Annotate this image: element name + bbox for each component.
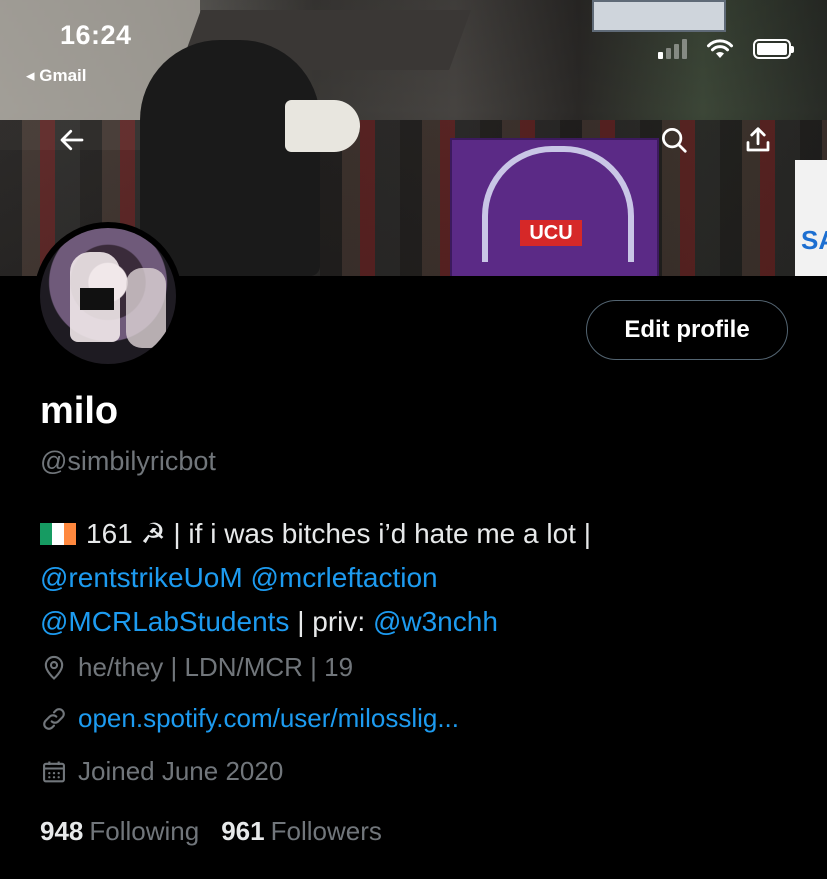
website-link[interactable]: open.spotify.com/user/milosslig... bbox=[78, 703, 459, 734]
wifi-icon bbox=[707, 39, 733, 58]
bio-mention-mcrleftaction[interactable]: @mcrleftaction bbox=[250, 562, 437, 593]
back-button[interactable] bbox=[50, 118, 94, 162]
banner-megaphone bbox=[285, 100, 360, 152]
location-row: he/they | LDN/MCR | 19 bbox=[40, 652, 353, 683]
following-link[interactable]: 948 Following bbox=[40, 816, 199, 847]
bio-text: 161 ☭ | if i was bitches i’d hate me a l… bbox=[86, 518, 591, 549]
search-icon bbox=[662, 128, 687, 153]
following-count: 948 bbox=[40, 816, 84, 846]
calendar-icon bbox=[43, 761, 65, 782]
bio-mention-rentstrike[interactable]: @rentstrikeUoM bbox=[40, 562, 243, 593]
profile-bio: 161 ☭ | if i was bitches i’d hate me a l… bbox=[40, 512, 800, 644]
joined-text: Joined June 2020 bbox=[78, 756, 284, 786]
banner-top-sign bbox=[592, 0, 726, 32]
search-button[interactable] bbox=[652, 118, 696, 162]
back-to-app-link[interactable]: ◂ Gmail bbox=[26, 66, 87, 86]
location-icon bbox=[44, 655, 64, 680]
display-name: milo bbox=[40, 390, 119, 432]
bio-mention-w3nchh[interactable]: @w3nchh bbox=[373, 606, 498, 637]
following-label: Following bbox=[89, 816, 200, 846]
follow-stats: 948 Following 961 Followers bbox=[40, 816, 382, 847]
ireland-flag-icon bbox=[40, 514, 76, 545]
website-row: open.spotify.com/user/milosslig... bbox=[40, 703, 459, 734]
flag-label: UCU bbox=[520, 220, 582, 246]
followers-label: Followers bbox=[270, 816, 382, 846]
location-text: he/they | LDN/MCR | 19 bbox=[78, 652, 354, 682]
battery-icon bbox=[753, 39, 794, 59]
bio-mention-mcrlabstudents[interactable]: @MCRLabStudents bbox=[40, 606, 289, 637]
bio-priv-label: | priv: bbox=[289, 606, 373, 637]
edit-profile-button[interactable]: Edit profile bbox=[586, 300, 788, 360]
joined-row: Joined June 2020 bbox=[40, 756, 283, 787]
avatar-photo bbox=[40, 228, 176, 364]
avatar[interactable] bbox=[34, 222, 182, 370]
followers-count: 961 bbox=[221, 816, 265, 846]
signal-icon bbox=[658, 39, 687, 59]
status-indicators bbox=[658, 38, 794, 60]
banner-side-sign: SA bbox=[795, 160, 827, 276]
banner-speaker bbox=[140, 40, 320, 276]
share-icon bbox=[746, 127, 770, 152]
link-icon bbox=[43, 707, 65, 730]
share-button[interactable] bbox=[736, 118, 780, 162]
username-handle: @simbilyricbot bbox=[40, 446, 216, 476]
status-time: 16:24 bbox=[60, 20, 132, 50]
back-arrow-icon bbox=[60, 129, 84, 151]
followers-link[interactable]: 961 Followers bbox=[221, 816, 382, 847]
banner-union-flag: UCU bbox=[450, 138, 659, 276]
